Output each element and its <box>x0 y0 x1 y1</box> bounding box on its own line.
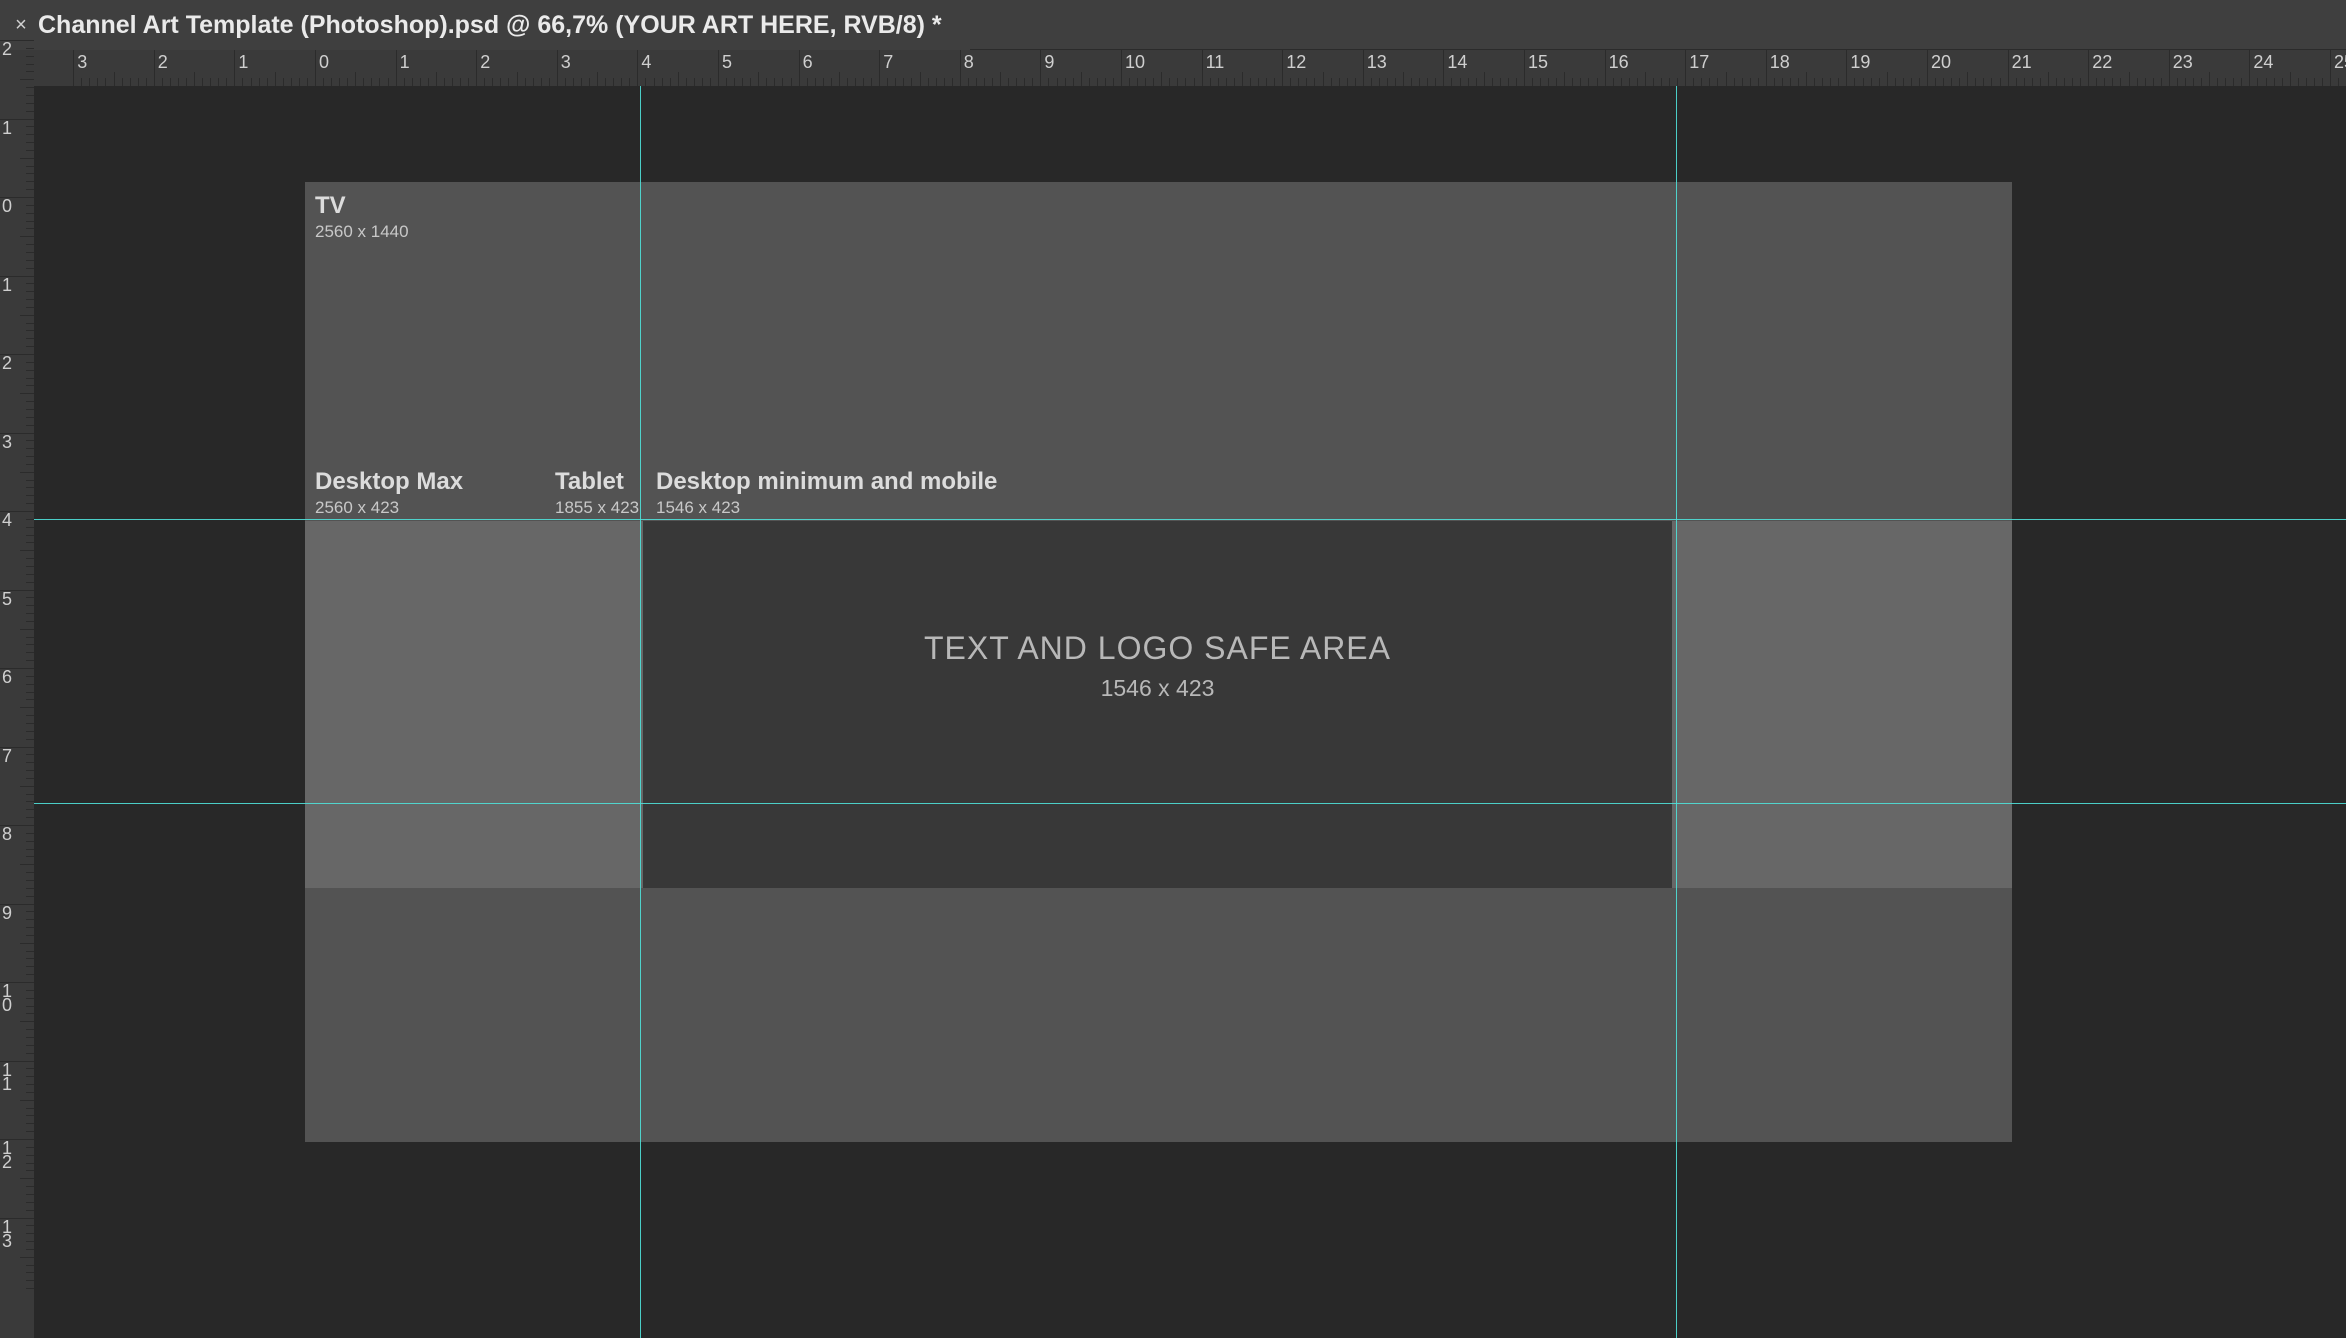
ruler-h-number: 16 <box>1609 52 1629 73</box>
ruler-v-number: 10 <box>2 984 20 1012</box>
ruler-v-number: 12 <box>2 1141 20 1169</box>
region-desktop-max-right <box>1770 521 2012 888</box>
ruler-h-number: 6 <box>803 52 813 73</box>
close-icon[interactable]: × <box>14 18 28 32</box>
ruler-v-number: 7 <box>2 749 20 763</box>
ruler-h-number: 19 <box>1850 52 1870 73</box>
label-tv-title: TV <box>315 192 409 220</box>
ruler-v-number: 3 <box>2 435 20 449</box>
ruler-h-number: 3 <box>77 52 87 73</box>
ruler-h-number: 9 <box>1044 52 1054 73</box>
ruler-h-number: 5 <box>722 52 732 73</box>
ruler-h-number: 23 <box>2173 52 2193 73</box>
ruler-h-number: 20 <box>1931 52 1951 73</box>
ruler-h-number: 13 <box>1367 52 1387 73</box>
label-tablet-dims: 1855 x 423 <box>555 498 639 518</box>
ruler-v-number: 0 <box>2 199 20 213</box>
ruler-h-number: 24 <box>2253 52 2273 73</box>
label-tv-dims: 2560 x 1440 <box>315 222 409 242</box>
canvas-viewport[interactable]: TEXT AND LOGO SAFE AREA 1546 x 423 TV 25… <box>34 86 2346 1338</box>
label-tv: TV 2560 x 1440 <box>315 192 409 242</box>
ruler-h-number: 1 <box>238 52 248 73</box>
safe-area-dims: 1546 x 423 <box>643 675 1672 702</box>
document-tab-bar: × Channel Art Template (Photoshop).psd @… <box>0 0 2346 50</box>
label-desktop-max-dims: 2560 x 423 <box>315 498 463 518</box>
ruler-h-number: 11 <box>1206 52 1225 73</box>
ruler-h-number: 17 <box>1689 52 1709 73</box>
ruler-h-number: 2 <box>158 52 168 73</box>
ruler-v-number: 6 <box>2 670 20 684</box>
ruler-v-number: 2 <box>2 42 20 56</box>
region-safe-area: TEXT AND LOGO SAFE AREA 1546 x 423 <box>643 521 1672 888</box>
ruler-h-number: 25 <box>2334 52 2346 73</box>
label-tablet-title: Tablet <box>555 468 639 496</box>
ruler-h-number: 7 <box>883 52 893 73</box>
ruler-v-number: 1 <box>2 121 20 135</box>
ruler-v-number: 9 <box>2 906 20 920</box>
ruler-v-number: 1 <box>2 278 20 292</box>
ruler-h-number: 1 <box>400 52 410 73</box>
ruler-h-number: 12 <box>1286 52 1306 73</box>
ruler-v-number: 8 <box>2 827 20 841</box>
safe-area-label: TEXT AND LOGO SAFE AREA 1546 x 423 <box>643 630 1672 702</box>
label-desktop-max-title: Desktop Max <box>315 468 463 496</box>
region-desktop-max-left <box>305 521 545 888</box>
ruler-v-number: 5 <box>2 592 20 606</box>
ruler-vertical[interactable]: 21012345678910111213 <box>0 86 35 1338</box>
ruler-h-number: 10 <box>1125 52 1145 73</box>
label-min-mobile-dims: 1546 x 423 <box>656 498 997 518</box>
ruler-h-number: 3 <box>561 52 571 73</box>
label-min-mobile-title: Desktop minimum and mobile <box>656 468 997 496</box>
document-title: Channel Art Template (Photoshop).psd @ 6… <box>38 11 942 40</box>
ruler-h-number: 0 <box>319 52 329 73</box>
label-tablet: Tablet 1855 x 423 <box>555 468 639 518</box>
label-desktop-max: Desktop Max 2560 x 423 <box>315 468 463 518</box>
document-canvas[interactable]: TEXT AND LOGO SAFE AREA 1546 x 423 TV 25… <box>34 86 2346 1338</box>
ruler-horizontal[interactable]: 3210123456789101112131415161718192021222… <box>34 50 2346 87</box>
ruler-h-number: 15 <box>1528 52 1548 73</box>
ruler-h-number: 4 <box>641 52 651 73</box>
region-tablet-left <box>545 521 643 888</box>
ruler-v-number: 13 <box>2 1220 20 1248</box>
safe-area-title: TEXT AND LOGO SAFE AREA <box>924 630 1391 666</box>
document-tab[interactable]: × Channel Art Template (Photoshop).psd @… <box>0 0 970 50</box>
ruler-h-number: 8 <box>964 52 974 73</box>
ruler-v-number: 4 <box>2 513 20 527</box>
ruler-h-number: 21 <box>2012 52 2032 73</box>
ruler-v-number: 11 <box>2 1063 20 1091</box>
region-tablet-right <box>1672 521 1770 888</box>
label-desktop-min-mobile: Desktop minimum and mobile 1546 x 423 <box>656 468 997 518</box>
ruler-h-number: 18 <box>1770 52 1790 73</box>
ruler-v-number: 2 <box>2 356 20 370</box>
ruler-h-number: 22 <box>2092 52 2112 73</box>
ruler-h-number: 2 <box>480 52 490 73</box>
ruler-h-number: 14 <box>1447 52 1467 73</box>
